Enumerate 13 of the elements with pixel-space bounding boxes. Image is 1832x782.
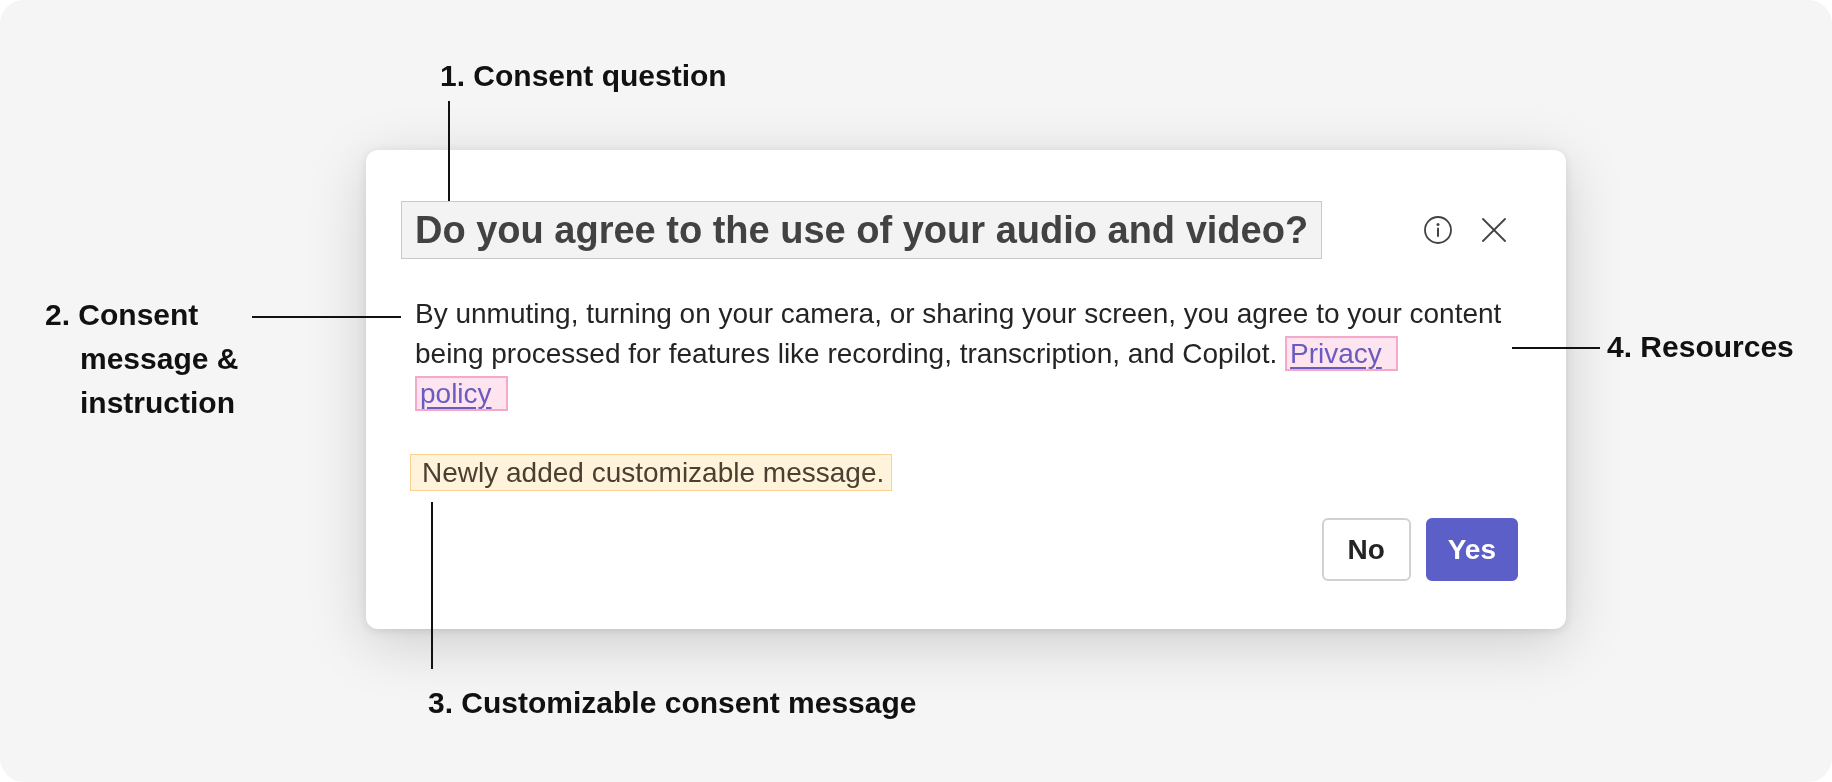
consent-message: By unmuting, turning on your camera, or sharing your screen, you agree to your content being processed for features like recording, transcription, and Copilot. Privacy policy (415, 297, 1503, 413)
custom-message: Newly added customizable message. (410, 454, 893, 491)
privacy-policy-link[interactable]: policy (415, 376, 508, 411)
annotation-label: 2. Consent message & instruction (45, 297, 240, 421)
confirm-button[interactable]: Yes (1425, 518, 1518, 581)
dialog-title: Do you agree to the use of your audio and video? (401, 201, 1323, 259)
info-icon[interactable] (1424, 216, 1452, 244)
annotation-label: 3. Customizable consent message (428, 685, 917, 721)
annotation-label: 4. Resources (1607, 329, 1794, 365)
annotation-label: 1. Consent question (440, 58, 727, 94)
close-icon[interactable] (1482, 218, 1506, 242)
privacy-policy-link[interactable]: Privacy (1285, 336, 1398, 371)
decline-button[interactable]: No (1321, 518, 1411, 581)
